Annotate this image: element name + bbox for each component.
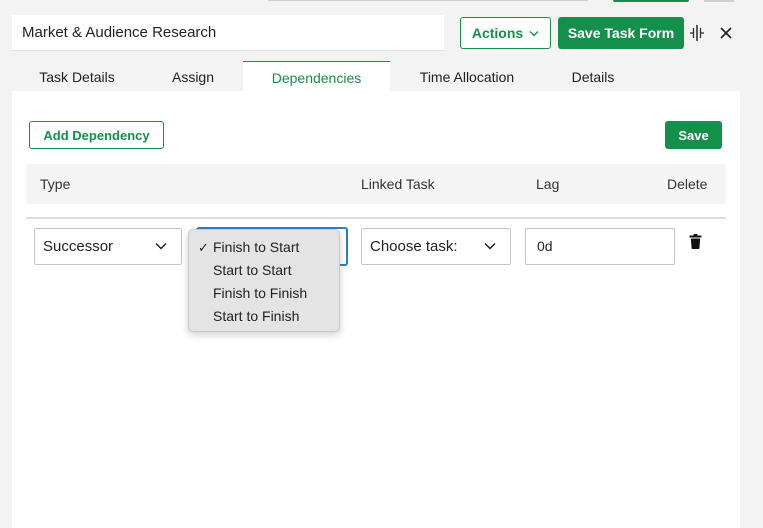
tab-details[interactable]: Details	[544, 61, 642, 91]
task-title-field[interactable]: Market & Audience Research	[12, 15, 444, 51]
option-label: Start to Start	[213, 262, 292, 278]
top-button-edge	[613, 0, 689, 2]
save-task-form-label: Save Task Form	[567, 25, 675, 41]
save-button[interactable]: Save	[665, 121, 722, 149]
actions-button[interactable]: Actions	[460, 17, 551, 49]
tab-dependencies[interactable]: Dependencies	[243, 61, 390, 91]
save-label: Save	[678, 127, 709, 143]
top-button-edge-secondary	[704, 0, 734, 2]
column-header-lag: Lag	[536, 176, 560, 192]
column-header-linked-task: Linked Task	[361, 176, 435, 192]
dependencies-panel	[12, 91, 740, 528]
tab-bar: Task Details Assign Dependencies Time Al…	[12, 61, 740, 91]
save-task-form-button[interactable]: Save Task Form	[558, 17, 684, 49]
option-label: Finish to Finish	[213, 285, 308, 301]
chevron-down-icon	[529, 30, 539, 36]
checkmark-icon: ✓	[198, 240, 209, 255]
linked-task-value: Choose task:	[370, 238, 458, 255]
option-finish-to-start[interactable]: ✓ Finish to Start	[189, 236, 339, 259]
trash-icon[interactable]	[689, 234, 702, 249]
tab-time-allocation[interactable]: Time Allocation	[390, 61, 544, 91]
dependency-type-value: Successor	[43, 238, 114, 255]
lag-input[interactable]: 0d	[525, 228, 675, 265]
table-divider	[26, 217, 726, 219]
column-header-type: Type	[40, 176, 71, 192]
dependencies-table-header: Type Linked Task Lag Delete	[26, 164, 726, 204]
option-start-to-start[interactable]: Start to Start	[189, 259, 339, 282]
chevron-down-icon	[155, 242, 167, 250]
dependency-type-select[interactable]: Successor	[34, 228, 182, 265]
close-icon[interactable]	[718, 25, 734, 41]
column-header-delete: Delete	[667, 176, 708, 192]
option-label: Start to Finish	[213, 308, 300, 324]
option-label: Finish to Start	[213, 239, 300, 255]
linked-task-select[interactable]: Choose task:	[361, 228, 511, 265]
tab-assign[interactable]: Assign	[142, 61, 244, 91]
top-strip	[0, 0, 763, 12]
split-view-icon[interactable]	[689, 24, 705, 42]
add-dependency-button[interactable]: Add Dependency	[29, 121, 164, 149]
option-finish-to-finish[interactable]: Finish to Finish	[189, 282, 339, 305]
option-start-to-finish[interactable]: Start to Finish	[189, 305, 339, 328]
relation-options-dropdown: ✓ Finish to Start Start to Start Finish …	[188, 229, 340, 332]
chevron-down-icon	[484, 242, 496, 250]
actions-label: Actions	[471, 25, 524, 41]
tab-task-details[interactable]: Task Details	[12, 61, 142, 91]
add-dependency-label: Add Dependency	[43, 127, 150, 143]
top-field-edge	[268, 0, 588, 1]
